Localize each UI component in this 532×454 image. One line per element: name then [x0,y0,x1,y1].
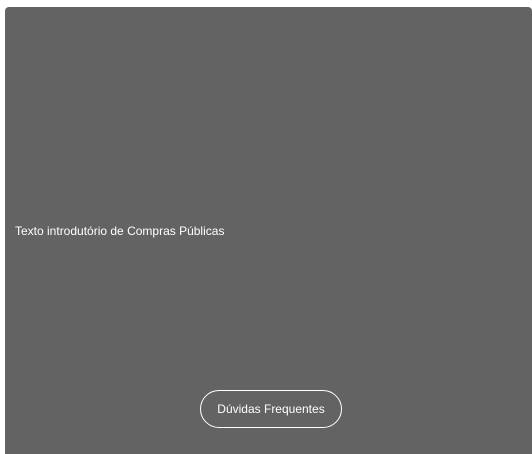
faq-button[interactable]: Dúvidas Frequentes [200,390,342,428]
intro-text: Texto introdutório de Compras Públicas [15,224,225,238]
faq-button-label: Dúvidas Frequentes [217,402,325,416]
hero-panel: Texto introdutório de Compras Públicas D… [5,7,532,454]
